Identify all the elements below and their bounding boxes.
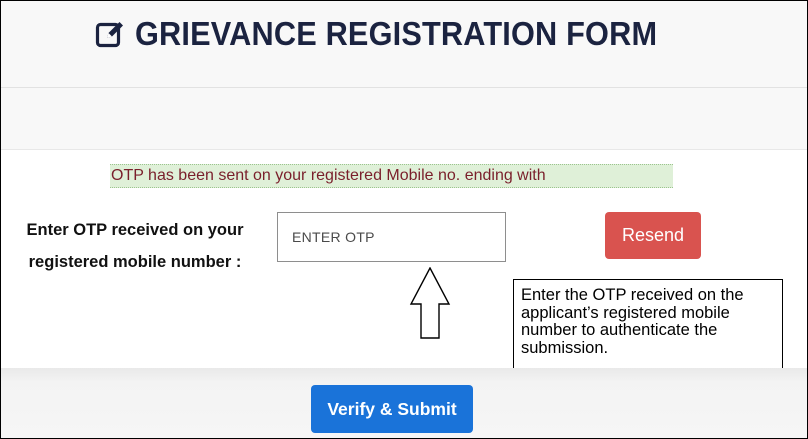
title-row: GRIEVANCE REGISTRATION FORM — [1, 15, 791, 53]
header-spacer-band — [1, 88, 807, 150]
form-header: GRIEVANCE REGISTRATION FORM — [1, 1, 807, 88]
page-title: GRIEVANCE REGISTRATION FORM — [135, 15, 658, 52]
otp-label-line-2: registered mobile number : — [28, 253, 242, 271]
otp-field-label: Enter OTP received on your registered mo… — [15, 214, 255, 278]
otp-label-line-1: Enter OTP received on your — [26, 221, 244, 239]
verify-submit-button[interactable]: Verify & Submit — [311, 385, 473, 433]
otp-help-callout: Enter the OTP received on the applicant’… — [513, 279, 783, 375]
edit-icon — [96, 22, 124, 48]
page-frame: GRIEVANCE REGISTRATION FORM OTP has been… — [0, 0, 808, 439]
otp-input[interactable] — [277, 212, 506, 262]
otp-sent-message: OTP has been sent on your registered Mob… — [111, 167, 546, 184]
resend-button[interactable]: Resend — [605, 212, 701, 259]
up-arrow-icon — [409, 267, 451, 339]
otp-sent-notice: OTP has been sent on your registered Mob… — [110, 164, 673, 188]
